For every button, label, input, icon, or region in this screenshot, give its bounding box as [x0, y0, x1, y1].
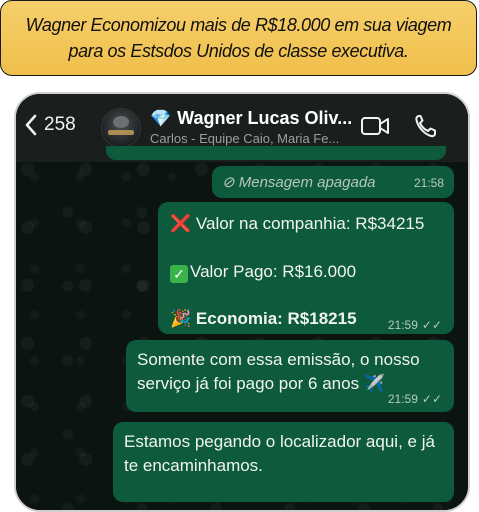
promo-banner: Wagner Economizou mais de R$18.000 em su… [0, 0, 477, 76]
video-icon[interactable] [360, 115, 390, 137]
chevron-left-icon [25, 114, 37, 136]
gem-icon: 💎 [150, 109, 172, 128]
back-button[interactable]: 258 [24, 114, 76, 136]
message-bubble[interactable]: Somente com essa emissão, o nosso serviç… [126, 340, 454, 412]
message-line: ❌ Valor na companhia: R$34215 [170, 214, 425, 233]
chat-title[interactable]: 💎 Wagner Lucas Oliv... [150, 108, 352, 129]
message-bubble[interactable]: ❌ Valor na companhia: R$34215 ✓ Valor Pag… [158, 202, 454, 334]
message-time: 21:58 [413, 176, 444, 190]
banner-line-1: Wagner Economizou mais de R$18.000 em su… [25, 15, 452, 35]
message-line: 🎉 Economia: R$18215 [170, 309, 357, 328]
unread-count: 258 [44, 114, 76, 135]
party-popper-icon: 🎉 [170, 309, 192, 328]
message-time: 21:59 ✓✓ [387, 318, 442, 332]
banner-line-2: para os Estsdos Unidos de classe executi… [68, 41, 409, 61]
message-line: ✓ Valor Pago: R$16.000 [170, 262, 356, 283]
phone-icon[interactable] [414, 113, 438, 139]
blocked-icon: ⊘ [222, 174, 235, 191]
chat-participants[interactable]: Carlos - Equipe Caio, Maria Fe... [150, 131, 339, 146]
message-bubble[interactable]: Estamos pegando o localizador aqui, e já… [113, 422, 454, 502]
message-text: Somente com essa emissão, o nosso serviç… [137, 350, 420, 393]
deleted-message[interactable]: ⊘ Mensagem apagada 21:58 [212, 166, 454, 198]
chat-title-text: Wagner Lucas Oliv... [177, 108, 353, 128]
deleted-message-text: ⊘ Mensagem apagada [222, 174, 376, 191]
read-ticks-icon: ✓✓ [421, 392, 442, 406]
message-time: 21:59 ✓✓ [387, 392, 442, 406]
cross-mark-icon: ❌ [170, 214, 192, 233]
chat-screen: 258 💎 Wagner Lucas Oliv... Carlos - Equip… [14, 92, 470, 512]
previous-message [106, 146, 446, 160]
check-mark-icon: ✓ [170, 265, 188, 283]
banner-text: Wagner Economizou mais de R$18.000 em su… [9, 12, 468, 64]
avatar[interactable] [101, 108, 141, 148]
read-ticks-icon: ✓✓ [421, 318, 442, 332]
message-text: Estamos pegando o localizador aqui, e já… [124, 432, 435, 475]
